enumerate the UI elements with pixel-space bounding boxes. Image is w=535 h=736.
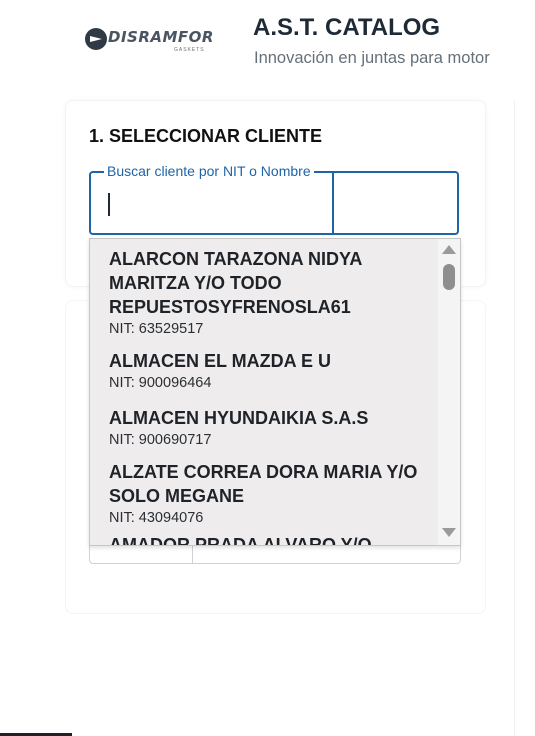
list-item[interactable]: ALZATE CORREA DORA MARIA Y/O SOLO MEGANE… bbox=[109, 460, 429, 526]
client-dropdown-list[interactable]: ALARCON TARAZONA NIDYA MARITZA Y/O TODO … bbox=[89, 238, 461, 546]
logo-subtext: GASKETS bbox=[174, 47, 205, 53]
client-name: ALMACEN HYUNDAIKIA S.A.S bbox=[109, 408, 369, 428]
client-nit: NIT: 43094076 bbox=[109, 510, 204, 526]
app-header: DISRAMFOR GASKETS A.S.T. CATALOG Innovac… bbox=[0, 0, 535, 90]
app-title: A.S.T. CATALOG bbox=[253, 14, 441, 41]
list-item[interactable]: ALMACEN EL MAZDA E U NIT: 900096464 bbox=[109, 349, 429, 391]
client-nit: NIT: 63529517 bbox=[109, 321, 204, 337]
client-nit: NIT: 900096464 bbox=[109, 375, 212, 391]
client-name: ALARCON TARAZONA NIDYA MARITZA Y/O TODO … bbox=[109, 249, 362, 317]
client-name: ALZATE CORREA DORA MARIA Y/O SOLO MEGANE bbox=[109, 462, 418, 506]
scroll-thumb[interactable] bbox=[443, 264, 455, 290]
list-item[interactable]: ALARCON TARAZONA NIDYA MARITZA Y/O TODO … bbox=[109, 247, 429, 337]
client-name: ALMACEN EL MAZDA E U bbox=[109, 351, 331, 371]
page-divider bbox=[514, 100, 515, 736]
list-item[interactable]: ALMACEN HYUNDAIKIA S.A.S NIT: 900690717 bbox=[109, 406, 429, 448]
scroll-up-icon[interactable] bbox=[442, 245, 456, 254]
scroll-down-icon[interactable] bbox=[442, 528, 456, 537]
logo-text: DISRAMFOR bbox=[108, 28, 214, 46]
app-subtitle: Innovación en juntas para motor bbox=[254, 49, 490, 67]
search-field-divider bbox=[332, 171, 334, 235]
section-title: 1. SELECCIONAR CLIENTE bbox=[89, 126, 323, 146]
list-item[interactable]: AMADOR PRADA ALVARO Y/O bbox=[109, 533, 429, 546]
logo-icon bbox=[85, 28, 107, 50]
client-name: AMADOR PRADA ALVARO Y/O bbox=[109, 535, 372, 546]
text-caret bbox=[108, 193, 110, 216]
client-nit: NIT: 900690717 bbox=[109, 432, 212, 448]
company-logo[interactable]: DISRAMFOR GASKETS bbox=[84, 24, 214, 58]
client-search-input[interactable] bbox=[112, 190, 326, 222]
client-search-label: Buscar cliente por NIT o Nombre bbox=[104, 163, 314, 179]
